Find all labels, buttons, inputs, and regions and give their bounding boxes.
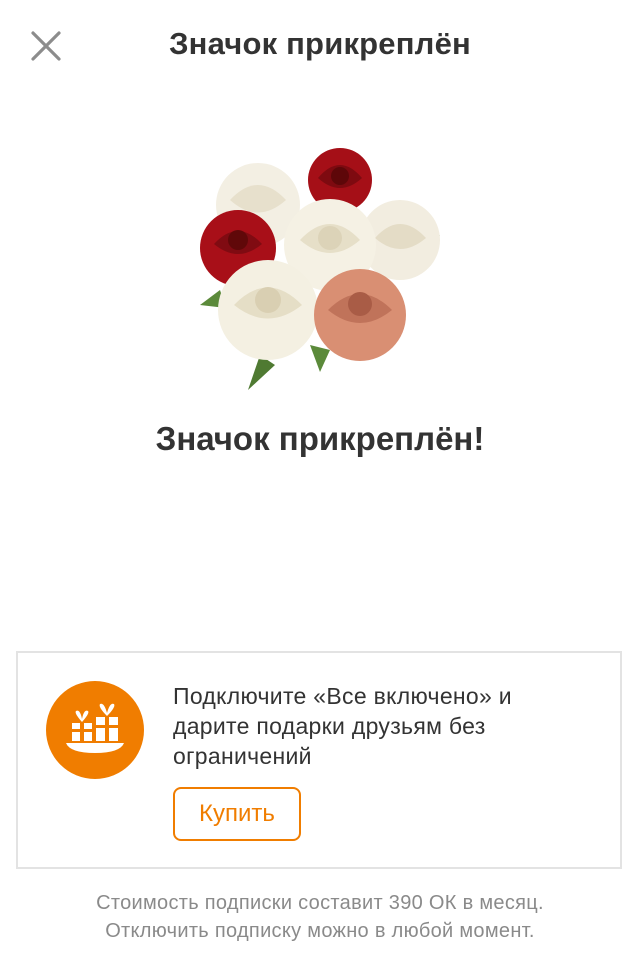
footnote-line-price: Стоимость подписки составит 390 ОК в мес…	[96, 892, 544, 914]
promo-card: Подключите «Все включено» и дарите подар…	[16, 651, 622, 869]
buy-button[interactable]: Купить	[173, 787, 301, 841]
gift-icon	[66, 703, 124, 753]
rose-bouquet-icon	[190, 140, 450, 400]
success-title: Значок прикреплён!	[155, 420, 485, 457]
gift-badge	[46, 681, 144, 779]
promo-text: Подключите «Все включено» и дарите подар…	[173, 683, 512, 769]
screen: Значок прикреплён Значок прикреплён! Под…	[0, 0, 640, 960]
subscription-footnote: Стоимость подписки составит 390 ОК в мес…	[0, 889, 640, 945]
page-title: Значок прикреплён	[169, 26, 471, 61]
footnote-line-cancel: Отключить подписку можно в любой момент.	[105, 920, 535, 942]
header: Значок прикреплён	[0, 0, 640, 92]
